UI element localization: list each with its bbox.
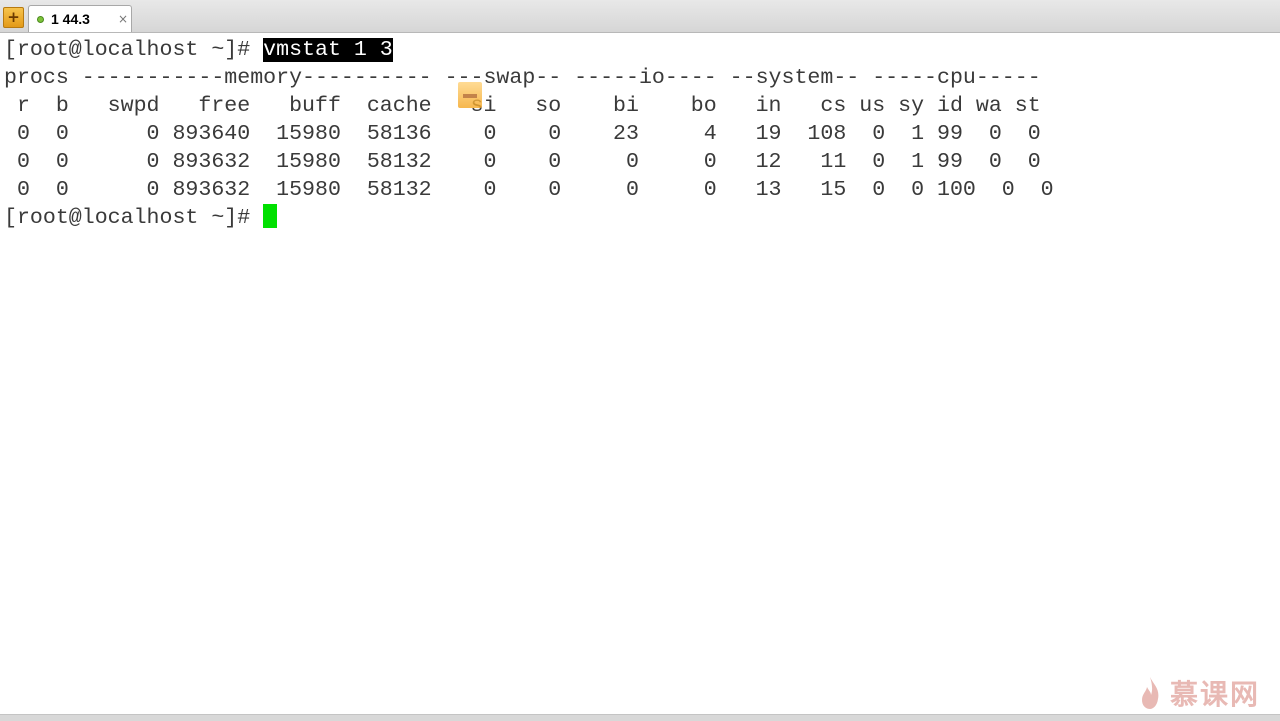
status-dot-icon [37, 16, 44, 23]
prompt: [root@localhost ~]# [4, 38, 264, 62]
vmstat-row: 0 0 0 893632 15980 58132 0 0 0 0 12 11 0… [4, 150, 1041, 174]
watermark-text: 慕课网 [1170, 678, 1261, 711]
flame-logo-icon [1142, 677, 1159, 709]
vmstat-row: 0 0 0 893640 15980 58136 0 0 23 4 19 108… [4, 122, 1041, 146]
terminal-output[interactable]: [root@localhost ~]# vmstat 1 3 procs ---… [4, 36, 1274, 706]
terminal-cursor [263, 204, 278, 228]
new-tab-button[interactable]: + [3, 7, 24, 28]
prompt-line[interactable]: [root@localhost ~]# [4, 204, 1274, 232]
floating-toolbar-icon[interactable] [458, 82, 482, 108]
plus-icon: + [7, 8, 20, 26]
close-icon[interactable]: × [118, 12, 128, 26]
tab-bar: + 1 44.3 × [0, 0, 1280, 33]
watermark: 慕课网 [1138, 670, 1260, 716]
tab-session[interactable]: 1 44.3 × [28, 5, 132, 32]
command-line: [root@localhost ~]# vmstat 1 3 [4, 36, 1274, 64]
tab-title: 1 44.3 [51, 11, 90, 27]
vmstat-header-groups: procs -----------memory---------- ---swa… [4, 66, 1041, 90]
prompt: [root@localhost ~]# [4, 206, 264, 230]
vmstat-row: 0 0 0 893632 15980 58132 0 0 0 0 13 15 0… [4, 178, 1054, 202]
command-text: vmstat 1 3 [263, 38, 393, 62]
vmstat-header-columns: r b swpd free buff cache si so bi bo in … [4, 94, 1041, 118]
